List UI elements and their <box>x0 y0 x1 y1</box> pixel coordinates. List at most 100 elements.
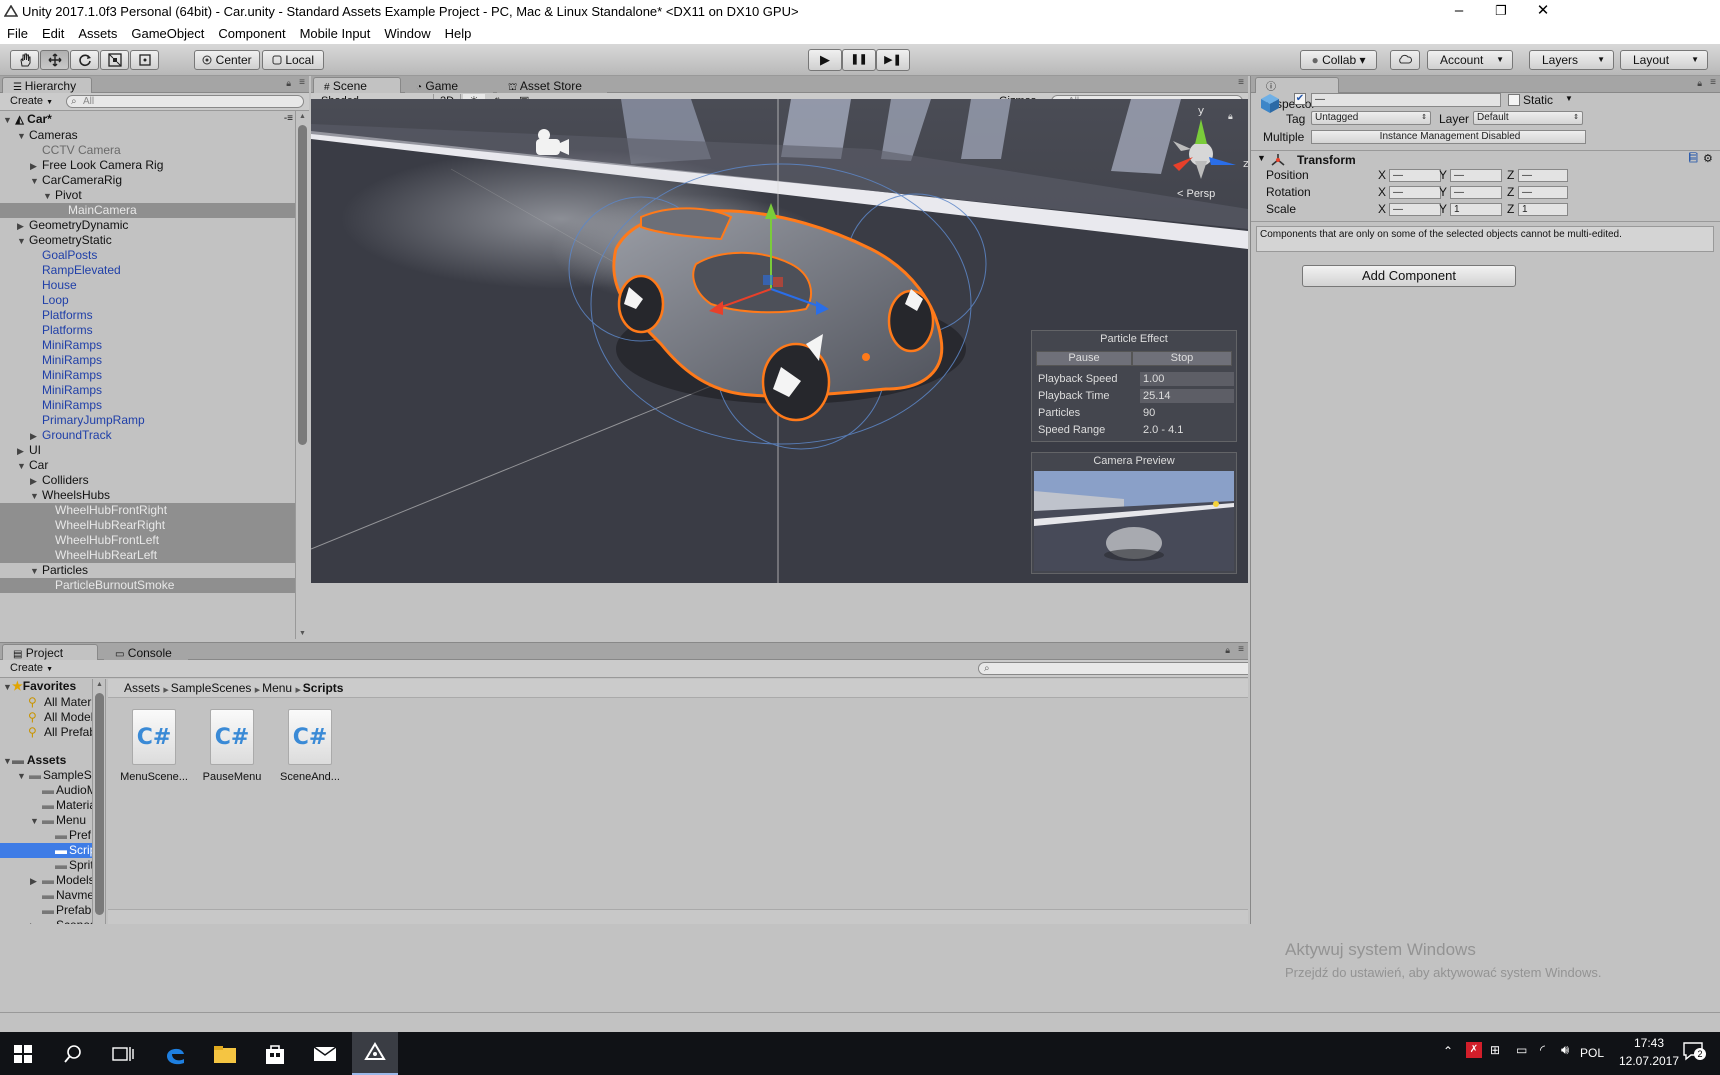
start-button[interactable] <box>0 1035 46 1073</box>
hierarchy-item[interactable]: MainCamera <box>0 203 295 218</box>
favorite-item[interactable]: ⚲ All Model <box>0 710 93 725</box>
menu-file[interactable]: File <box>0 24 35 41</box>
project-search-input[interactable] <box>978 662 1248 675</box>
project-create-button[interactable]: Create ▼ <box>4 661 59 676</box>
project-folder-item[interactable]: ▶ ▬ Models <box>0 873 95 889</box>
step-button[interactable]: ▶❚ <box>876 49 910 71</box>
file-explorer-taskbar-button[interactable] <box>202 1035 248 1073</box>
expand-arrow-icon[interactable]: ▶ <box>30 159 42 174</box>
menu-window[interactable]: Window <box>377 24 437 41</box>
tag-dropdown[interactable]: Untagged ⇕ <box>1311 111 1431 125</box>
breadcrumb-menu[interactable]: Menu <box>262 681 292 695</box>
tab-game[interactable]: ◔ Game <box>405 77 493 93</box>
expand-arrow-icon[interactable]: ▶ <box>17 219 29 234</box>
particle-pause-button[interactable]: Pause <box>1036 351 1132 366</box>
account-dropdown[interactable]: Account ▼ <box>1427 50 1513 70</box>
network-tray-icon[interactable]: ⊞ <box>1490 1043 1500 1057</box>
project-folder-item[interactable]: ▬ Scrip <box>0 843 96 858</box>
scroll-up-icon[interactable]: ▲ <box>299 113 306 120</box>
expand-arrow-icon[interactable]: ▼ <box>17 234 29 249</box>
hierarchy-scroll-thumb[interactable] <box>298 125 307 445</box>
favorite-item[interactable]: ⚲ All Prefab <box>0 725 96 740</box>
wifi-tray-icon[interactable]: ◜ <box>1540 1042 1545 1058</box>
expand-arrow-icon[interactable]: ▶ <box>30 919 42 924</box>
collab-button[interactable]: ● Collab ▾ <box>1300 50 1377 70</box>
scene-root-row[interactable]: ▼ ◭ Car* -≡ <box>0 111 295 127</box>
minimize-button[interactable]: – <box>1436 0 1482 24</box>
tab-asset-store[interactable]: ⛫ Asset Store <box>497 77 607 93</box>
hierarchy-item[interactable]: MiniRamps <box>0 383 295 398</box>
breadcrumb-assets[interactable]: Assets <box>124 681 160 695</box>
expand-arrow-icon[interactable]: ▼ <box>30 489 42 504</box>
rotation-z-field[interactable]: — <box>1518 186 1568 199</box>
script-file-tile[interactable]: C# MenuScene... <box>118 709 190 789</box>
hierarchy-item[interactable]: PrimaryJumpRamp <box>0 413 295 428</box>
action-center-button[interactable]: 2 <box>1682 1040 1706 1065</box>
hierarchy-item[interactable]: CCTV Camera <box>0 143 295 158</box>
restore-button[interactable]: ❐ <box>1478 0 1524 24</box>
hierarchy-create-button[interactable]: Create ▼ <box>4 94 59 109</box>
favorites-row[interactable]: ▼★Favorites <box>0 679 100 694</box>
scroll-up-icon[interactable]: ▲ <box>96 681 103 688</box>
hierarchy-item[interactable]: RampElevated <box>0 263 295 278</box>
panel-menu-icon[interactable]: ≡ <box>299 77 305 88</box>
panel-menu-icon[interactable]: ≡ <box>1238 77 1244 88</box>
hierarchy-item[interactable]: GoalPosts <box>0 248 295 263</box>
project-folder-item[interactable]: ▬ Pref <box>0 828 92 843</box>
tab-hierarchy[interactable]: ☰ Hierarchy <box>2 77 92 93</box>
mail-taskbar-button[interactable] <box>302 1035 348 1073</box>
scale-x-field[interactable]: — <box>1389 203 1441 216</box>
static-checkbox[interactable] <box>1508 94 1520 106</box>
persp-label[interactable]: < Persp <box>1177 188 1215 200</box>
hierarchy-item[interactable]: ▶ GeometryDynamic <box>0 218 295 233</box>
menu-component[interactable]: Component <box>211 24 292 41</box>
hierarchy-item[interactable]: WheelHubRearRight <box>0 518 295 533</box>
script-file-tile[interactable]: C# PauseMenu <box>196 709 268 789</box>
breadcrumb-scripts[interactable]: Scripts <box>303 681 344 695</box>
gameobject-name-field[interactable]: — <box>1311 93 1501 107</box>
move-tool-button[interactable] <box>40 50 69 70</box>
expand-arrow-icon[interactable]: ▶ <box>17 444 29 459</box>
menu-gameobject[interactable]: GameObject <box>124 24 211 41</box>
lock-icon[interactable]: 🔒︎ <box>1228 111 1233 122</box>
expand-arrow-icon[interactable]: ▶ <box>30 874 42 889</box>
hand-tool-button[interactable] <box>10 50 39 70</box>
cloud-button[interactable] <box>1390 50 1420 70</box>
instance-management-button[interactable]: Instance Management Disabled <box>1311 130 1586 144</box>
layers-dropdown[interactable]: Layers ▼ <box>1529 50 1614 70</box>
expand-arrow-icon[interactable]: ▼ <box>17 129 29 144</box>
add-component-button[interactable]: Add Component <box>1302 265 1516 287</box>
hierarchy-item[interactable]: WheelHubFrontRight <box>0 503 295 518</box>
hierarchy-item[interactable]: ▼ WheelsHubs <box>0 488 295 503</box>
edge-taskbar-button[interactable] <box>152 1035 198 1073</box>
hierarchy-item[interactable]: Platforms <box>0 308 295 323</box>
project-folder-item[interactable]: ▼ ▬ SampleS <box>0 768 92 783</box>
menu-edit[interactable]: Edit <box>35 24 71 41</box>
rotation-y-field[interactable]: — <box>1450 186 1502 199</box>
chevron-down-icon[interactable]: ▼ <box>1565 94 1573 103</box>
tab-console[interactable]: ▭ Console <box>104 644 188 660</box>
position-y-field[interactable]: — <box>1450 169 1502 182</box>
show-hidden-icons-icon[interactable]: ⌃ <box>1443 1044 1453 1058</box>
expand-arrow-icon[interactable]: ▼ <box>17 769 29 784</box>
hierarchy-item[interactable]: MiniRamps <box>0 368 295 383</box>
hierarchy-item[interactable]: ▼ Cameras <box>0 128 295 143</box>
pivot-rotation-button[interactable]: Local <box>262 50 324 70</box>
tab-scene[interactable]: # Scene <box>313 77 401 93</box>
hierarchy-item[interactable]: ▶ Colliders <box>0 473 295 488</box>
clock-time[interactable]: 17:43 <box>1618 1036 1680 1050</box>
hierarchy-item[interactable]: ▶ UI <box>0 443 295 458</box>
scale-tool-button[interactable] <box>100 50 129 70</box>
expand-arrow-icon[interactable]: ▼ <box>30 564 42 579</box>
project-folder-item[interactable]: ▬ AudioM <box>0 783 97 798</box>
tab-inspector[interactable]: ⓘ Inspector <box>1255 77 1339 111</box>
particle-stop-button[interactable]: Stop <box>1132 351 1232 366</box>
hierarchy-item[interactable]: ▶ Free Look Camera Rig <box>0 158 295 173</box>
hierarchy-item[interactable]: House <box>0 278 295 293</box>
rotate-tool-button[interactable] <box>70 50 99 70</box>
taskbar-search-button[interactable] <box>50 1035 96 1073</box>
hierarchy-item[interactable]: WheelHubFrontLeft <box>0 533 295 548</box>
lock-icon[interactable]: 🔒︎ <box>1225 645 1230 656</box>
project-folder-item[interactable]: ▶▬Scenes <box>0 918 96 924</box>
expand-arrow-icon[interactable]: ▼ <box>17 459 29 474</box>
